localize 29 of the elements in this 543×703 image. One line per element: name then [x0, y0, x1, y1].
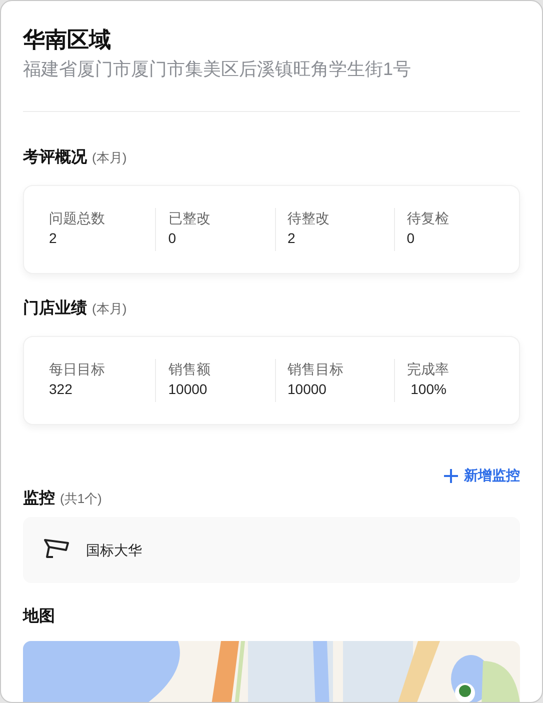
stat-value: 100% [410, 380, 448, 399]
section-note: (本月) [92, 149, 127, 167]
stat-label: 销售目标 [288, 360, 344, 379]
section-title: 地图 [23, 606, 55, 627]
page-title: 华南区域 [23, 26, 112, 54]
plus-icon [443, 468, 459, 484]
stat-value: 2 [49, 229, 58, 248]
add-monitor-button[interactable]: 新增监控 [443, 465, 520, 486]
section-note: (本月) [92, 300, 127, 318]
stat-label: 待整改 [288, 209, 330, 228]
camera-item[interactable]: 国标大华 [23, 517, 520, 583]
section-title: 监控 [23, 488, 55, 509]
address-text: 福建省厦门市厦门市集美区后溪镇旺角学生街1号 [23, 58, 412, 81]
stat-label: 问题总数 [49, 209, 106, 228]
stat-value: 0 [168, 229, 178, 248]
stat-label: 已整改 [168, 209, 212, 228]
stat-value: 322 [49, 380, 74, 399]
stat-value: 10000 [288, 380, 328, 399]
stat-value: 10000 [168, 380, 208, 399]
camera-name: 国标大华 [86, 540, 142, 560]
stat-value: 2 [288, 229, 296, 248]
section-title: 考评概况 [23, 148, 87, 168]
stat-value: 0 [406, 229, 416, 248]
section-title: 门店业绩 [23, 298, 87, 319]
section-note: (共1个) [60, 490, 102, 508]
stat-label: 销售额 [168, 360, 212, 379]
stat-label: 每日目标 [49, 360, 106, 379]
stat-label: 完成率 [406, 360, 450, 379]
stat-label: 待复检 [406, 209, 450, 228]
